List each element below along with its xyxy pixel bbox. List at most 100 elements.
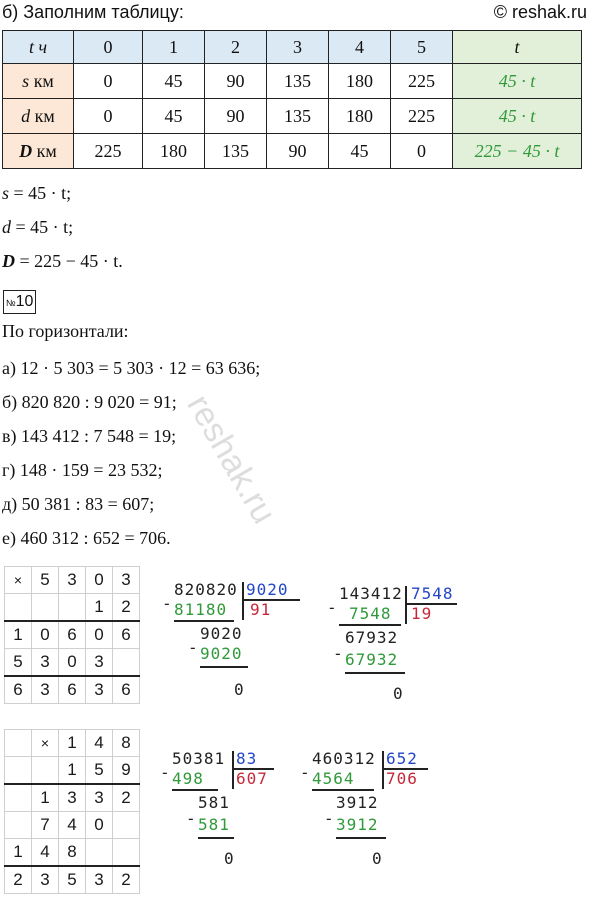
formula-cell: 45 · t bbox=[452, 98, 582, 134]
table-cell: 0 bbox=[390, 133, 453, 169]
grid-cell bbox=[58, 593, 86, 622]
table-header-row: t ч 0 1 2 3 4 5 t bbox=[2, 30, 582, 64]
task-number-badge: №10 bbox=[3, 290, 37, 314]
header-cell: 5 bbox=[390, 30, 453, 64]
subtrahend-2: 9020 bbox=[200, 644, 243, 663]
table-cell: 90 bbox=[204, 98, 267, 134]
row-head: d км bbox=[2, 98, 74, 134]
table-cell: 225 bbox=[390, 98, 453, 134]
values-table: t ч 0 1 2 3 4 5 t s км 0 45 90 135 180 2… bbox=[2, 30, 582, 169]
grid-cell: 4 bbox=[85, 729, 113, 757]
grid-cell: 6 bbox=[58, 675, 86, 704]
grid-cell: 0 bbox=[85, 566, 113, 594]
grid-cell bbox=[31, 756, 59, 785]
grid-cell: 2 bbox=[4, 865, 32, 894]
long-division-4: 460312 652 - 4564 706 3912 - 3912 0 bbox=[300, 749, 450, 874]
final-remainder: 0 bbox=[224, 849, 235, 868]
grid-cell: 8 bbox=[58, 838, 86, 867]
grid-cell bbox=[112, 838, 140, 867]
long-division-3: 50381 83 - 498 607 581 - 581 0 bbox=[160, 749, 280, 874]
table-cell: 45 bbox=[142, 63, 205, 99]
divisor: 9020 bbox=[246, 580, 289, 599]
grid-cell: 3 bbox=[31, 648, 59, 677]
quotient: 19 bbox=[411, 604, 433, 623]
quotient: 91 bbox=[250, 600, 272, 619]
grid-cell bbox=[112, 648, 140, 677]
grid-cell: 8 bbox=[112, 729, 140, 757]
grid-cell: 1 bbox=[58, 729, 86, 757]
grid-cell: 4 bbox=[58, 811, 86, 839]
formula-d: d = 45 · t; bbox=[2, 217, 74, 237]
grid-cell: 2 bbox=[112, 593, 140, 622]
subtrahend-2: 67932 bbox=[345, 650, 399, 669]
table-cell: 45 bbox=[142, 98, 205, 134]
grid-cell: 4 bbox=[31, 838, 59, 867]
table-cell: 135 bbox=[266, 98, 329, 134]
answer-b: б) 820 820 : 9 020 = 91; bbox=[2, 392, 177, 412]
table-cell: 45 bbox=[328, 133, 391, 169]
answer-c: в) 143 412 : 7 548 = 19; bbox=[2, 426, 177, 446]
formula-s: s = 45 · t; bbox=[2, 183, 72, 203]
grid-cell: 3 bbox=[58, 566, 86, 594]
formula-cell: 45 · t bbox=[452, 63, 582, 99]
final-remainder: 0 bbox=[393, 684, 404, 703]
grid-cell: 6 bbox=[58, 620, 86, 649]
formula-cell: 225 − 45 · t bbox=[452, 133, 582, 169]
dividend: 143412 bbox=[339, 584, 403, 603]
dividend: 820820 bbox=[174, 580, 238, 599]
row-head: s км bbox=[2, 63, 74, 99]
grid-cell: 3 bbox=[85, 783, 113, 812]
header-cell: 0 bbox=[73, 30, 143, 64]
grid-cell: 1 bbox=[4, 838, 32, 867]
subtrahend-2: 3912 bbox=[336, 815, 379, 834]
grid-cell: 0 bbox=[85, 811, 113, 839]
grid-cell: 1 bbox=[31, 783, 59, 812]
task-heading: По горизонтали: bbox=[2, 321, 129, 341]
table-cell: 180 bbox=[142, 133, 205, 169]
grid-cell: 2 bbox=[112, 783, 140, 812]
header-cell: 3 bbox=[266, 30, 329, 64]
subtrahend-2: 581 bbox=[198, 815, 230, 834]
grid-cell: 1 bbox=[58, 756, 86, 785]
table-cell: 225 bbox=[73, 133, 143, 169]
grid-cell bbox=[4, 593, 32, 622]
grid-cell: 0 bbox=[85, 620, 113, 649]
quotient: 607 bbox=[236, 769, 268, 788]
grid-cell: 1 bbox=[4, 620, 32, 649]
grid-cell: 6 bbox=[112, 620, 140, 649]
formula-D: D = 225 − 45 · t. bbox=[2, 251, 123, 271]
grid-cell: 6 bbox=[4, 675, 32, 704]
column-multiplication-2: × 1 4 8 159 1332 740 148 23532 bbox=[4, 729, 140, 894]
grid-cell: 9 bbox=[112, 756, 140, 785]
grid-cell: 1 bbox=[85, 593, 113, 622]
table-cell: 225 bbox=[390, 63, 453, 99]
table-cell: 180 bbox=[328, 98, 391, 134]
grid-cell bbox=[4, 811, 32, 839]
divisor: 7548 bbox=[411, 584, 454, 603]
section-title: б) Заполним таблицу: bbox=[2, 2, 184, 22]
table-cell: 0 bbox=[73, 98, 143, 134]
divisor: 652 bbox=[386, 749, 418, 768]
final-remainder: 0 bbox=[372, 849, 383, 868]
column-multiplication-1: × 5 3 0 3 12 10606 5303 63636 bbox=[4, 566, 140, 704]
subtrahend-1: 4564 bbox=[312, 769, 355, 788]
dividend: 50381 bbox=[172, 749, 226, 768]
remainder-1: 9020 bbox=[200, 624, 243, 643]
grid-cell: 3 bbox=[58, 783, 86, 812]
table-cell: 180 bbox=[328, 63, 391, 99]
remainder-1: 67932 bbox=[345, 628, 399, 647]
header-cell: 2 bbox=[204, 30, 267, 64]
row-head: D км bbox=[2, 133, 74, 169]
header-cell: t bbox=[452, 30, 582, 64]
dividend: 460312 bbox=[312, 749, 376, 768]
grid-cell bbox=[4, 783, 32, 812]
grid-cell: 3 bbox=[31, 865, 59, 894]
subtrahend-1: 7548 bbox=[349, 604, 392, 623]
grid-cell: 0 bbox=[58, 648, 86, 677]
header-cell: 4 bbox=[328, 30, 391, 64]
final-remainder: 0 bbox=[234, 680, 245, 699]
long-division-2: 143412 7548 - 7548 19 67932 - 67932 0 bbox=[327, 584, 477, 709]
answer-a: а) 12 · 5 303 = 5 303 · 12 = 63 636; bbox=[2, 358, 261, 378]
grid-cell: 6 bbox=[112, 675, 140, 704]
grid-cell: 3 bbox=[85, 675, 113, 704]
